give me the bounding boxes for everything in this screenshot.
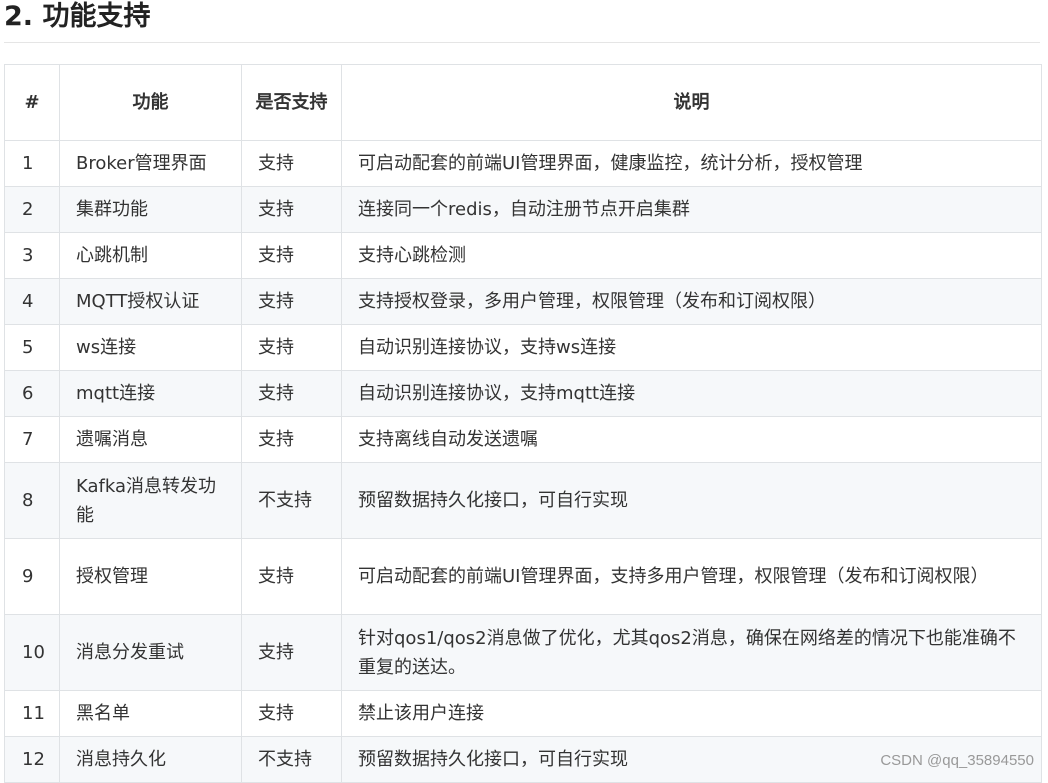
row-number: 9 xyxy=(4,538,60,615)
row-description: 支持离线自动发送遗嘱 xyxy=(341,416,1042,463)
row-description: 禁止该用户连接 xyxy=(341,690,1042,737)
row-supported: 支持 xyxy=(241,140,342,187)
row-feature: mqtt连接 xyxy=(59,370,242,417)
row-supported: 支持 xyxy=(241,278,342,325)
table-row: 8 Kafka消息转发功能 不支持 预留数据持久化接口，可自行实现 xyxy=(4,462,1042,539)
table-row: 6 mqtt连接 支持 自动识别连接协议，支持mqtt连接 xyxy=(4,370,1042,417)
table-row: 4 MQTT授权认证 支持 支持授权登录，多用户管理，权限管理（发布和订阅权限） xyxy=(4,278,1042,325)
row-number: 10 xyxy=(4,614,60,691)
row-supported: 支持 xyxy=(241,690,342,737)
row-supported: 支持 xyxy=(241,370,342,417)
row-supported: 支持 xyxy=(241,416,342,463)
section-heading: 2. 功能支持 xyxy=(4,0,1040,43)
row-feature: 消息持久化 xyxy=(59,736,242,783)
header-number: # xyxy=(4,64,60,141)
row-number: 11 xyxy=(4,690,60,737)
row-description: 可启动配套的前端UI管理界面，支持多用户管理，权限管理（发布和订阅权限） xyxy=(341,538,1042,615)
row-feature: 黑名单 xyxy=(59,690,242,737)
table-row: 9 授权管理 支持 可启动配套的前端UI管理界面，支持多用户管理，权限管理（发布… xyxy=(4,538,1042,615)
row-feature: MQTT授权认证 xyxy=(59,278,242,325)
row-feature: Broker管理界面 xyxy=(59,140,242,187)
table-row: 11 黑名单 支持 禁止该用户连接 xyxy=(4,690,1042,737)
row-number: 1 xyxy=(4,140,60,187)
row-supported: 支持 xyxy=(241,538,342,615)
row-number: 6 xyxy=(4,370,60,417)
table-row: 7 遗嘱消息 支持 支持离线自动发送遗嘱 xyxy=(4,416,1042,463)
row-number: 8 xyxy=(4,462,60,539)
row-description: 支持心跳检测 xyxy=(341,232,1042,279)
table-row: 2 集群功能 支持 连接同一个redis，自动注册节点开启集群 xyxy=(4,186,1042,233)
header-description: 说明 xyxy=(341,64,1042,141)
row-description: 自动识别连接协议，支持mqtt连接 xyxy=(341,370,1042,417)
header-supported: 是否支持 xyxy=(241,64,342,141)
feature-table: # 功能 是否支持 说明 1 Broker管理界面 支持 可启动配套的前端UI管… xyxy=(4,64,1042,783)
row-feature: 消息分发重试 xyxy=(59,614,242,691)
section-title: 2. 功能支持 xyxy=(4,1,151,32)
row-supported: 支持 xyxy=(241,324,342,371)
row-supported: 支持 xyxy=(241,232,342,279)
row-number: 7 xyxy=(4,416,60,463)
row-supported: 不支持 xyxy=(241,462,342,539)
row-supported: 不支持 xyxy=(241,736,342,783)
row-number: 3 xyxy=(4,232,60,279)
row-description: 可启动配套的前端UI管理界面，健康监控，统计分析，授权管理 xyxy=(341,140,1042,187)
row-supported: 支持 xyxy=(241,186,342,233)
row-number: 2 xyxy=(4,186,60,233)
row-supported: 支持 xyxy=(241,614,342,691)
row-feature: 遗嘱消息 xyxy=(59,416,242,463)
table-row: 1 Broker管理界面 支持 可启动配套的前端UI管理界面，健康监控，统计分析… xyxy=(4,140,1042,187)
row-number: 5 xyxy=(4,324,60,371)
row-description: 预留数据持久化接口，可自行实现 xyxy=(341,462,1042,539)
table-header-row: # 功能 是否支持 说明 xyxy=(4,64,1042,141)
table-row: 5 ws连接 支持 自动识别连接协议，支持ws连接 xyxy=(4,324,1042,371)
row-description: 自动识别连接协议，支持ws连接 xyxy=(341,324,1042,371)
row-number: 12 xyxy=(4,736,60,783)
row-feature: Kafka消息转发功能 xyxy=(59,462,242,539)
table-row: 10 消息分发重试 支持 针对qos1/qos2消息做了优化，尤其qos2消息，… xyxy=(4,614,1042,691)
row-feature: ws连接 xyxy=(59,324,242,371)
row-feature: 授权管理 xyxy=(59,538,242,615)
csdn-watermark: CSDN @qq_35894550 xyxy=(880,752,1034,769)
row-description: 支持授权登录，多用户管理，权限管理（发布和订阅权限） xyxy=(341,278,1042,325)
row-number: 4 xyxy=(4,278,60,325)
row-feature: 集群功能 xyxy=(59,186,242,233)
row-description: 针对qos1/qos2消息做了优化，尤其qos2消息，确保在网络差的情况下也能准… xyxy=(341,614,1042,691)
table-row: 3 心跳机制 支持 支持心跳检测 xyxy=(4,232,1042,279)
row-feature: 心跳机制 xyxy=(59,232,242,279)
row-description: 连接同一个redis，自动注册节点开启集群 xyxy=(341,186,1042,233)
header-feature: 功能 xyxy=(59,64,242,141)
